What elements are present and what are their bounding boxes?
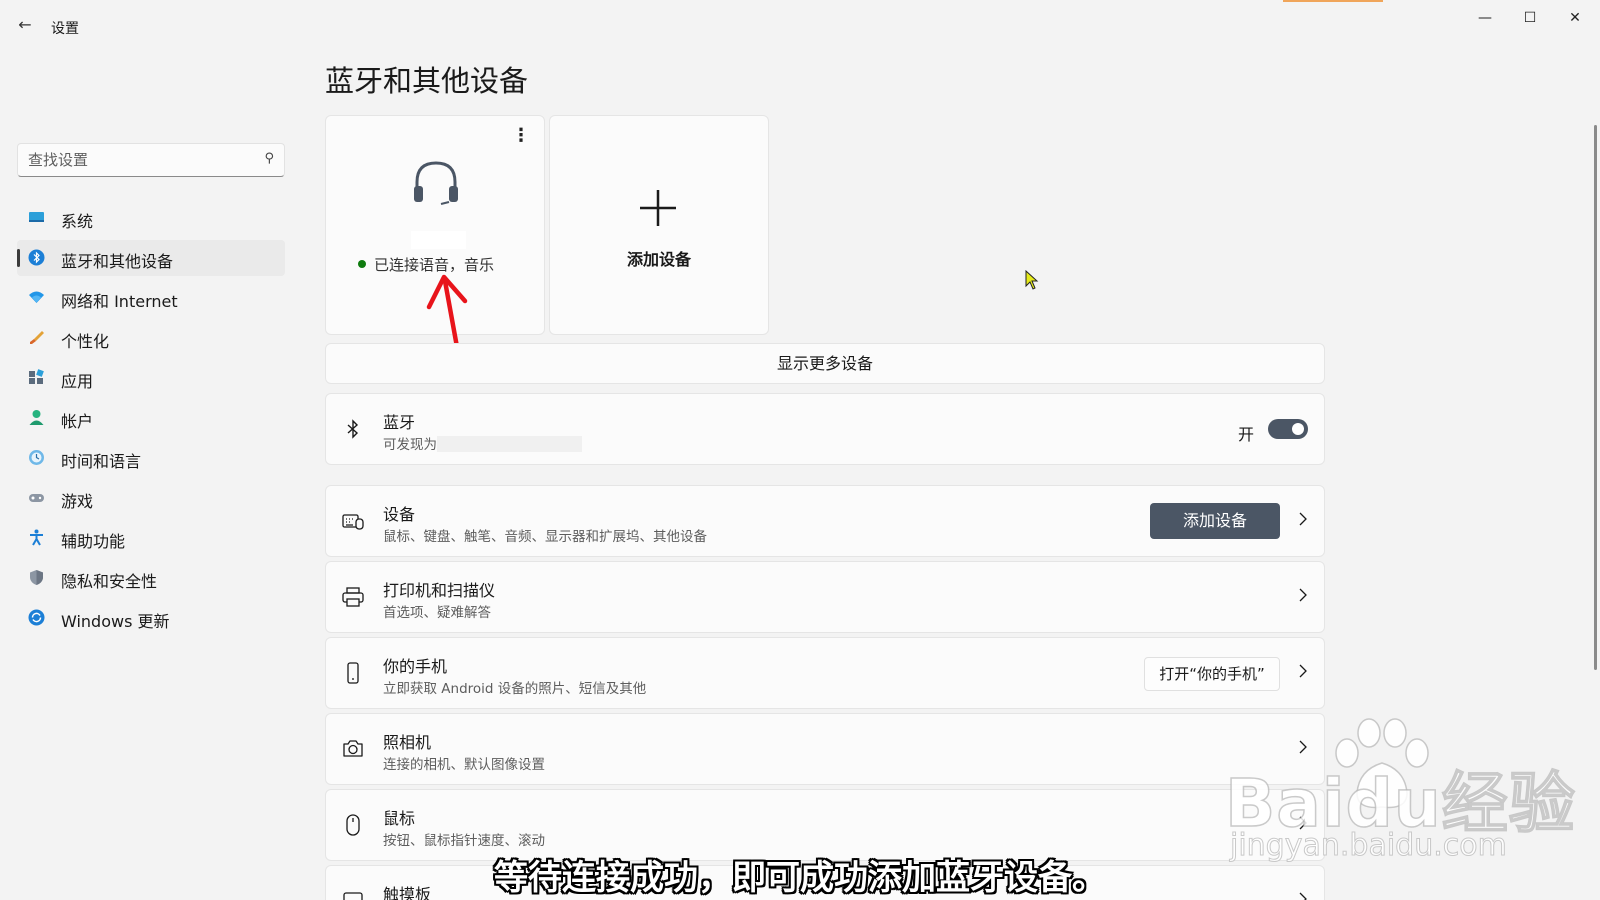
- windows-update-icon: [28, 609, 45, 626]
- sidebar-item-apps[interactable]: 应用: [17, 360, 285, 396]
- keyboard-mouse-icon: [342, 514, 364, 530]
- add-device-tile[interactable]: 添加设备: [549, 115, 769, 335]
- device-name-redaction: [411, 231, 466, 249]
- sidebar-item-label: 时间和语言: [61, 452, 142, 471]
- sidebar-nav: 系统 蓝牙和其他设备 网络和 Internet 个性化 应用 帐户 时间和语言 …: [17, 200, 285, 640]
- sidebar-item-network[interactable]: 网络和 Internet: [17, 280, 285, 316]
- gamepad-icon: [29, 494, 44, 502]
- printers-subtitle: 首选项、疑难解答: [383, 605, 491, 621]
- mouse-subtitle: 按钮、鼠标指针速度、滚动: [383, 833, 545, 849]
- bluetooth-row: 蓝牙 可发现为 开: [325, 393, 1325, 465]
- mouse-cursor-icon: [1025, 270, 1039, 290]
- more-options-icon[interactable]: ⋮: [512, 127, 530, 145]
- bluetooth-icon: [28, 249, 45, 266]
- bluetooth-title: 蓝牙: [383, 413, 416, 432]
- brush-icon: [30, 331, 44, 344]
- annotation-arrow-icon: [426, 274, 468, 350]
- watermark: Baidu经验 jingyan.baidu.com: [1224, 715, 1575, 865]
- devices-subtitle: 鼠标、键盘、触笔、音频、显示器和扩展坞、其他设备: [383, 529, 707, 545]
- sidebar-item-privacy[interactable]: 隐私和安全性: [17, 560, 285, 596]
- video-caption: 等待连接成功，即可成功添加蓝牙设备。: [494, 858, 1106, 898]
- page-title: 蓝牙和其他设备: [325, 64, 529, 98]
- camera-subtitle: 连接的相机、默认图像设置: [383, 757, 545, 773]
- sidebar-item-gaming[interactable]: 游戏: [17, 480, 285, 516]
- sidebar-item-label: 系统: [61, 212, 94, 231]
- apps-icon: [29, 369, 44, 384]
- sidebar-item-accounts[interactable]: 帐户: [17, 400, 285, 436]
- sidebar-item-time-language[interactable]: 时间和语言: [17, 440, 285, 476]
- chevron-right-icon[interactable]: [1298, 587, 1308, 603]
- phone-row[interactable]: 你的手机 立即获取 Android 设备的照片、短信及其他 打开“你的手机”: [325, 637, 1325, 709]
- sidebar-item-label: 游戏: [61, 492, 94, 511]
- device-status: 已连接语音，音乐: [358, 254, 494, 275]
- maximize-icon[interactable]: ☐: [1515, 8, 1545, 28]
- printer-icon: [342, 587, 364, 607]
- add-device-label: 添加设备: [626, 250, 691, 269]
- sidebar-item-label: 应用: [61, 372, 94, 391]
- mouse-title: 鼠标: [383, 809, 416, 828]
- time-language-icon: [29, 450, 44, 465]
- bluetooth-toggle-label: 开: [1237, 425, 1254, 444]
- app-title: 设置: [51, 21, 79, 37]
- plus-icon: [640, 190, 676, 226]
- chevron-right-icon[interactable]: [1298, 663, 1308, 679]
- scrollbar[interactable]: [1594, 125, 1597, 670]
- camera-title: 照相机: [383, 733, 432, 752]
- title-accent-strip: [1283, 0, 1383, 2]
- sidebar-item-label: 帐户: [61, 412, 94, 431]
- printers-title: 打印机和扫描仪: [383, 581, 496, 600]
- sidebar-item-accessibility[interactable]: 辅助功能: [17, 520, 285, 556]
- sidebar-item-label: Windows 更新: [61, 612, 170, 631]
- search-box[interactable]: ⚲: [17, 143, 285, 177]
- active-indicator: [17, 249, 20, 267]
- add-device-button[interactable]: 添加设备: [1150, 503, 1280, 539]
- account-icon: [29, 410, 44, 425]
- sidebar-item-label: 蓝牙和其他设备: [61, 252, 174, 271]
- chevron-right-icon[interactable]: [1298, 511, 1308, 527]
- camera-row[interactable]: 照相机 连接的相机、默认图像设置: [325, 713, 1325, 785]
- close-icon[interactable]: ✕: [1560, 8, 1590, 28]
- bluetooth-toggle[interactable]: [1268, 419, 1308, 439]
- sidebar-item-label: 网络和 Internet: [61, 292, 178, 311]
- devices-title: 设备: [383, 505, 416, 524]
- discoverable-name-redaction: [437, 436, 582, 452]
- accessibility-icon: [30, 529, 43, 546]
- sidebar-item-bluetooth[interactable]: 蓝牙和其他设备: [17, 240, 285, 276]
- bluetooth-icon: [347, 419, 359, 439]
- shield-icon: [30, 570, 43, 585]
- sidebar-item-label: 个性化: [61, 332, 110, 351]
- device-status-text: 已连接语音，音乐: [374, 256, 495, 274]
- camera-icon: [343, 740, 363, 757]
- sidebar-item-label: 辅助功能: [61, 532, 126, 551]
- back-arrow-icon[interactable]: ←: [14, 14, 36, 36]
- search-icon[interactable]: ⚲: [264, 151, 274, 166]
- phone-subtitle: 立即获取 Android 设备的照片、短信及其他: [383, 681, 647, 697]
- connected-dot: [358, 260, 366, 268]
- phone-icon: [347, 662, 359, 684]
- sidebar-item-system[interactable]: 系统: [17, 200, 285, 236]
- bluetooth-subtitle: 可发现为: [383, 433, 582, 453]
- show-more-devices-button[interactable]: 显示更多设备: [325, 343, 1325, 384]
- sidebar-item-label: 隐私和安全性: [61, 572, 158, 591]
- title-bar: ← 设置 — ☐ ✕: [0, 0, 1600, 48]
- printers-row[interactable]: 打印机和扫描仪 首选项、疑难解答: [325, 561, 1325, 633]
- open-your-phone-button[interactable]: 打开“你的手机”: [1144, 657, 1280, 691]
- bluetooth-subtitle-text: 可发现为: [383, 437, 437, 453]
- minimize-icon[interactable]: —: [1470, 8, 1500, 28]
- devices-row[interactable]: 设备 鼠标、键盘、触笔、音频、显示器和扩展坞、其他设备 添加设备: [325, 485, 1325, 557]
- phone-title: 你的手机: [383, 657, 448, 676]
- toggle-knob: [1292, 423, 1304, 435]
- system-icon: [29, 212, 44, 222]
- headset-icon: [414, 161, 458, 205]
- sidebar-item-personalization[interactable]: 个性化: [17, 320, 285, 356]
- search-input[interactable]: [28, 151, 248, 169]
- wifi-icon: [29, 291, 44, 303]
- mouse-icon: [346, 814, 360, 836]
- sidebar-item-windows-update[interactable]: Windows 更新: [17, 600, 285, 636]
